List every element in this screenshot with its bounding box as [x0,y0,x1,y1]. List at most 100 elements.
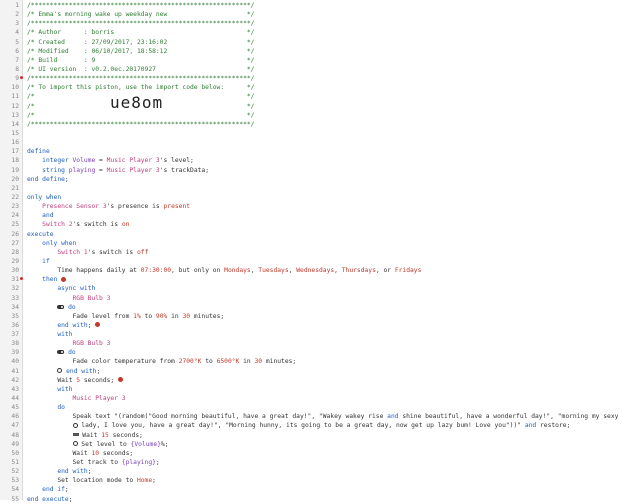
slider-icon [72,433,79,437]
code-line: 9 ● /*************************************… [0,74,629,83]
line-number: 47 [11,422,19,430]
code-text: RGB Bulb 3 [72,294,111,302]
code-text: end execute; [27,495,73,503]
code-text: Set location mode to Home; [27,477,156,485]
code-text: end define; [27,175,69,183]
line-number: 27 [11,239,19,247]
line-number: 52 [11,468,19,476]
line-number: 39 [11,349,19,357]
code-text: /* To import this piston, use the import… [27,84,255,92]
line-number: 55 [11,495,19,503]
code-text: Set level to {Volume}%; [27,440,625,449]
clock-icon [72,422,78,428]
code-line: 51 Set track to {playing}; [0,458,629,467]
line-number: 34 [11,303,19,311]
code-text: with [57,385,73,393]
code-text: /***************************************… [27,20,255,28]
code-text: do [27,348,625,357]
code-line: 42 Wait 5 seconds; [0,376,629,385]
code-line: 21 [0,184,629,193]
code-line: 27 only when [0,239,629,248]
code-line: 28 Switch 1's switch is off [0,248,629,257]
code-line: 6 /* Modified : 06/10/2017, 18:58:12 */ [0,47,629,56]
code-line: 35 Fade level from 1% to 90% in 30 minut… [0,312,629,321]
line-number: 19 [11,166,19,174]
code-line: 11/* */ [0,92,629,101]
line-number: 7 [15,56,19,64]
code-text: Fade color temperature from 2700°K to 65… [27,358,297,366]
code-text: define [27,148,50,156]
line-number: 31 [11,276,19,284]
code-text: integer Volume = Music Player 3's level; [42,157,194,165]
line-number: 5 [15,38,19,46]
code-text: end with; [27,321,625,330]
line-number: 22 [11,193,19,201]
code-text: RGB Bulb 3 [72,340,111,348]
code-line: 52 end with; [0,467,629,476]
code-text: async with [57,285,96,293]
code-text: string playing = Music Player 3's trackD… [42,166,210,174]
code-text: /* UI version : v0.2.0ec.20170927 */ [27,65,255,73]
code-line: 31 ● then [0,275,629,284]
code-line: 29 if [0,257,629,266]
code-line: 55 end execute; [0,495,629,504]
code-line: 23 Presence Sensor 3's presence is prese… [0,202,629,211]
code-line: 24 and [0,211,629,220]
code-text: /***************************************… [27,75,255,83]
code-line: 4 /* Author : borris */ [0,28,629,37]
code-text: do [57,404,65,412]
code-line: 43 with [0,385,629,394]
line-number: 11 [11,93,19,101]
code-line: 14 /*************************************… [0,120,629,129]
line-number: 14 [11,120,19,128]
breakpoint-marker-icon[interactable]: ● [20,74,23,83]
toggle-icon [57,304,65,309]
line-number: 41 [11,367,19,375]
device-icon [61,276,67,282]
code-line: 17 define [0,147,629,156]
code-editor[interactable]: 1 /**************************************… [0,0,629,503]
line-number: 32 [11,285,19,293]
code-line: 41 end with; [0,367,629,376]
code-line: 50 Wait 10 seconds; [0,449,629,458]
line-number: 24 [11,212,19,220]
device-icon [95,322,101,328]
code-text: only when [42,239,77,247]
code-area[interactable]: 1 /**************************************… [0,1,629,504]
code-line: 37 with [0,330,629,339]
line-number: 9 [15,75,19,83]
breakpoint-marker-icon[interactable]: ● [20,275,23,284]
code-line: 19 string playing = Music Player 3's tra… [0,166,629,175]
code-line: 16 [0,138,629,147]
code-text: do [27,303,625,312]
clock-icon [72,441,78,447]
import-code: ue8om [110,92,164,112]
code-text: end if; [42,486,69,494]
code-line: 8 /* UI version : v0.2.0ec.20170927 */ [0,65,629,74]
code-line: 46 Speak text "(random("Good morning bea… [0,412,629,421]
code-line: 10 /* To import this piston, use the impo… [0,83,629,92]
code-text: then [27,275,625,284]
code-text: Wait 5 seconds; [27,376,625,385]
code-text: Presence Sensor 3's presence is present [42,203,191,211]
code-text: if [42,257,50,265]
line-number: 51 [11,459,19,467]
code-text: end with; [57,468,92,476]
line-number: 3 [15,20,19,28]
code-text: Set track to {playing}; [27,459,160,467]
line-number: 49 [11,440,19,448]
line-number: 6 [15,47,19,55]
line-number: 53 [11,477,19,485]
code-text: /* Author : borris */ [27,29,255,37]
code-text: /* Build : 9 */ [27,56,255,64]
code-line: 15 [0,129,629,138]
code-text: Time happens daily at 07:30:00, but only… [27,267,422,275]
line-number: 37 [11,331,19,339]
code-line: 36 end with; [0,321,629,330]
code-text: and [42,212,54,220]
line-number: 1 [15,2,19,9]
code-text: /***************************************… [27,2,255,9]
line-number: 48 [11,431,19,439]
code-line: 18 integer Volume = Music Player 3's lev… [0,156,629,165]
line-number: 36 [11,321,19,329]
